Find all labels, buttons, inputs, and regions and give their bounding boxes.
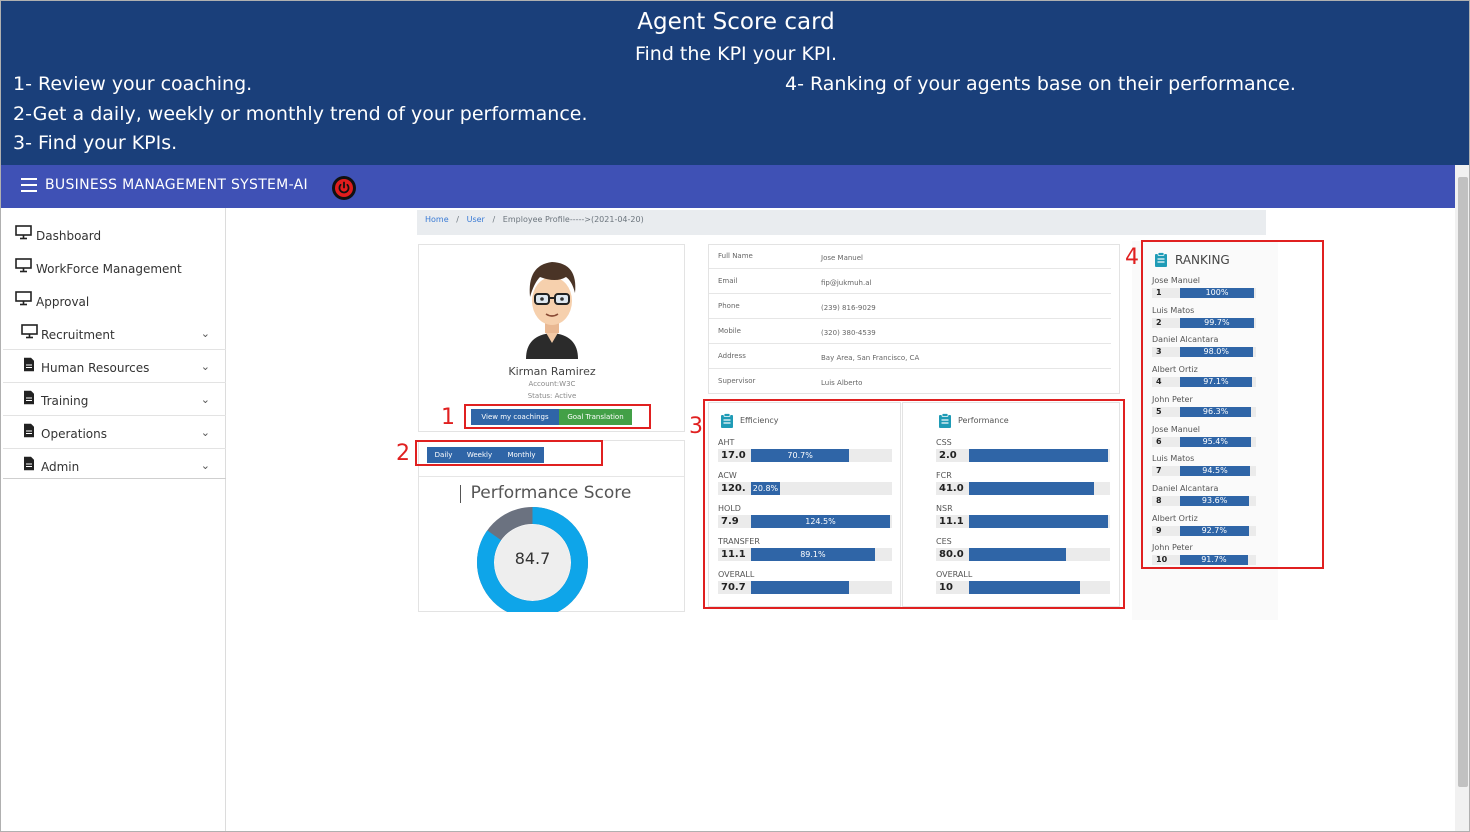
top-navbar: BUSINESS MANAGEMENT SYSTEM-AI xyxy=(1,165,1469,208)
card-divider xyxy=(419,476,684,477)
info-key: Email xyxy=(718,277,738,285)
info-row-address: Address Bay Area, San Francisco, CA xyxy=(709,344,1111,369)
breadcrumb-separator: / xyxy=(451,215,465,224)
brand-title: BUSINESS MANAGEMENT SYSTEM-AI xyxy=(45,177,308,193)
sidebar: Dashboard WorkForce Management Approval … xyxy=(3,208,226,831)
sidebar-item-label: Dashboard xyxy=(36,229,102,243)
monitor-icon xyxy=(15,291,32,309)
score-gauge: 84.7 xyxy=(475,505,590,612)
annotation-number-2: 2 xyxy=(396,441,410,466)
annotation-number-4: 4 xyxy=(1125,245,1139,270)
scrollbar[interactable] xyxy=(1455,165,1469,831)
info-value: fip@jukmuh.al xyxy=(821,279,872,287)
scrollbar-thumb[interactable] xyxy=(1458,177,1468,787)
document-icon xyxy=(23,456,35,474)
sidebar-item-label: Training xyxy=(41,394,89,408)
info-value: Jose Manuel xyxy=(821,254,863,262)
breadcrumb-user[interactable]: User xyxy=(467,215,485,224)
info-row-supervisor: Supervisor Luis Alberto xyxy=(709,369,1111,394)
instruction-banner: Agent Score card Find the KPI your KPI. … xyxy=(1,1,1469,165)
banner-point-2: 2-Get a daily, weekly or monthly trend o… xyxy=(13,103,588,125)
sidebar-item-operations[interactable]: Operations ⌄ xyxy=(3,416,226,449)
chevron-down-icon[interactable]: ⌄ xyxy=(201,327,210,340)
sidebar-item-training[interactable]: Training ⌄ xyxy=(3,383,226,416)
sidebar-item-label: Approval xyxy=(36,295,90,309)
monitor-icon xyxy=(21,324,38,342)
banner-subtitle: Find the KPI your KPI. xyxy=(634,43,838,65)
info-key: Full Name xyxy=(718,252,753,260)
info-key: Address xyxy=(718,352,746,360)
sidebar-item-label: Admin xyxy=(41,460,80,474)
info-value: (320) 380-4539 xyxy=(821,329,876,337)
sidebar-item-label: Operations xyxy=(41,427,107,441)
sidebar-item-recruitment[interactable]: Recruitment ⌄ xyxy=(3,317,226,350)
info-key: Phone xyxy=(718,302,740,310)
text-cursor xyxy=(460,485,461,503)
profile-status: Status: Active xyxy=(527,392,577,400)
profile-name: Kirman Ramirez xyxy=(508,365,596,378)
banner-title: Agent Score card xyxy=(637,9,835,35)
banner-point-3: 3- Find your KPIs. xyxy=(13,132,178,154)
document-icon xyxy=(23,423,35,441)
sidebar-item-dashboard[interactable]: Dashboard xyxy=(3,218,226,251)
annotation-box-3 xyxy=(703,399,1125,609)
performance-score-title: Performance Score xyxy=(470,483,632,503)
info-row-phone: Phone (239) 816-9029 xyxy=(709,294,1111,319)
monitor-icon xyxy=(15,258,32,276)
banner-point-1: 1- Review your coaching. xyxy=(13,73,253,95)
chevron-down-icon[interactable]: ⌄ xyxy=(201,459,210,472)
power-icon[interactable] xyxy=(332,176,356,200)
sidebar-item-label: WorkForce Management xyxy=(36,262,182,276)
menu-icon[interactable] xyxy=(21,178,37,192)
chevron-down-icon[interactable]: ⌄ xyxy=(201,393,210,406)
annotation-box-1 xyxy=(464,404,651,429)
avatar xyxy=(502,251,602,363)
sidebar-item-approval[interactable]: Approval xyxy=(3,284,226,317)
breadcrumb-home[interactable]: Home xyxy=(425,215,449,224)
breadcrumb: Home / User / Employee Profile----->(202… xyxy=(417,210,1266,235)
profile-account: Account:W3C xyxy=(528,380,576,388)
chevron-down-icon[interactable]: ⌄ xyxy=(201,360,210,373)
info-key: Mobile xyxy=(718,327,741,335)
monitor-icon xyxy=(15,225,32,243)
annotation-box-2 xyxy=(415,440,603,466)
sidebar-item-label: Recruitment xyxy=(41,328,115,342)
sidebar-item-human-resources[interactable]: Human Resources ⌄ xyxy=(3,350,226,383)
sidebar-divider xyxy=(3,478,226,479)
banner-point-4: 4- Ranking of your agents base on their … xyxy=(785,73,1296,95)
document-icon xyxy=(23,390,35,408)
info-value: Luis Alberto xyxy=(821,379,863,387)
sidebar-item-label: Human Resources xyxy=(41,361,150,375)
score-value: 84.7 xyxy=(514,549,551,568)
chevron-down-icon[interactable]: ⌄ xyxy=(201,426,210,439)
document-icon xyxy=(23,357,35,375)
annotation-number-3: 3 xyxy=(689,414,703,439)
info-row-fullname: Full Name Jose Manuel xyxy=(709,244,1111,269)
breadcrumb-current: Employee Profile----->(2021-04-20) xyxy=(502,215,644,224)
breadcrumb-separator: / xyxy=(487,215,501,224)
app-window: Agent Score card Find the KPI your KPI. … xyxy=(0,0,1470,832)
annotation-box-4 xyxy=(1141,240,1324,569)
info-row-email: Email fip@jukmuh.al xyxy=(709,269,1111,294)
annotation-number-1: 1 xyxy=(441,405,455,430)
sidebar-item-workforce[interactable]: WorkForce Management xyxy=(3,251,226,284)
info-value: (239) 816-9029 xyxy=(821,304,876,312)
info-key: Supervisor xyxy=(718,377,756,385)
info-value: Bay Area, San Francisco, CA xyxy=(821,354,920,362)
info-row-mobile: Mobile (320) 380-4539 xyxy=(709,319,1111,344)
